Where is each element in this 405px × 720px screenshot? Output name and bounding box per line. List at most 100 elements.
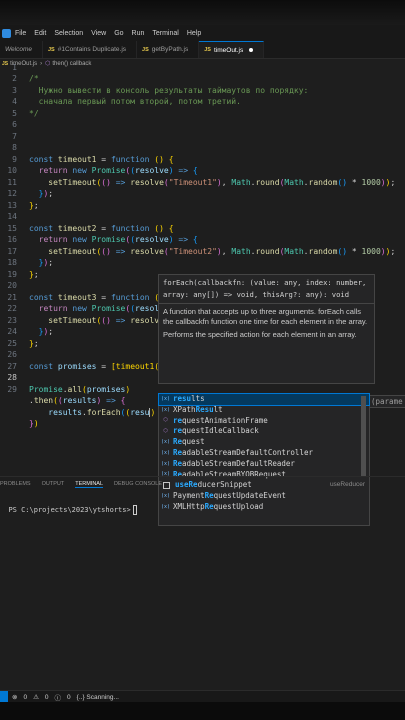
tab-problems[interactable]: PROBLEMS (0, 481, 31, 487)
warning-icon[interactable]: ⚠ (33, 693, 39, 701)
hover-signature: forEach(callbackfn: (value: any, index: … (159, 275, 374, 304)
terminal-prompt: PS C:\projects\2023\ytshorts> (8, 506, 131, 514)
tab-label: timeOut.js (213, 46, 244, 54)
suggestion-item[interactable]: (x) XMLHttp Re questUpload (159, 502, 369, 513)
suggestion-item[interactable]: ⬡ re questIdleCallback (159, 426, 369, 437)
line-number: 21 (7, 292, 17, 302)
suggestion-label-match: resu (173, 394, 192, 403)
line-number: 12 (7, 189, 17, 198)
suggestion-label-suffix: lts (191, 394, 205, 403)
line-number: 19 (7, 269, 17, 279)
line-number: 9 (12, 154, 17, 164)
tab-get-by-path[interactable]: JS getByPath.js (137, 41, 200, 58)
suggestion-label-match: Resu (195, 404, 214, 414)
video-bottom-overlay (0, 702, 405, 720)
tab-terminal[interactable]: TERMINAL (75, 481, 104, 488)
suggestion-label-prefix: XMLHttp (173, 501, 205, 511)
variable-icon: (x) (161, 460, 171, 467)
menu-view[interactable]: View (91, 30, 106, 37)
line-number: 25 (7, 338, 17, 348)
suggestion-scrollbar[interactable] (361, 396, 366, 476)
line-number: 2 (12, 74, 17, 83)
line-number: 10 (7, 166, 17, 175)
variable-icon: (x) (161, 406, 171, 413)
suggestion-label-suffix: quest (182, 437, 205, 447)
variable-icon: (x) (161, 439, 171, 446)
suggestion-item[interactable]: ⬡ re questAnimationFrame (159, 416, 369, 427)
menu-selection[interactable]: Selection (54, 30, 83, 37)
suggestion-label-match: Re (173, 437, 183, 447)
menu-file[interactable]: File (15, 30, 26, 37)
suggestion-label-suffix: questUpload (213, 501, 264, 511)
warning-count[interactable]: 0 (45, 694, 49, 701)
suggestion-label-suffix: questAnimationFrame (182, 415, 268, 425)
tab-timeout[interactable]: JS timeOut.js (199, 41, 265, 58)
tab-label: getByPath.js (151, 46, 189, 53)
error-count[interactable]: 0 (23, 694, 27, 701)
function-icon: ⬡ (163, 428, 168, 435)
info-count[interactable]: 0 (67, 694, 71, 701)
panel-tabs: PROBLEMS OUTPUT TERMINAL DEBUG CONSOLE (0, 476, 405, 491)
variable-icon: (x) (161, 395, 171, 402)
menu-edit[interactable]: Edit (34, 30, 46, 37)
hover-description: A function that accepts up to three argu… (163, 307, 368, 326)
tab-welcome[interactable]: Welcome (0, 41, 43, 58)
suggestion-label-prefix: XPath (173, 404, 196, 414)
unsaved-dot-icon[interactable] (249, 48, 254, 52)
suggestion-widget: (x) resu lts (x) XPath Resu lt ⬡ re questAnimatio… (158, 393, 370, 526)
menu-help[interactable]: Help (187, 30, 201, 37)
suggestion-label-prefix: Payment (173, 491, 205, 501)
line-number: 11 (7, 177, 17, 187)
suggestion-item[interactable]: (x) Re adableStreamDefaultReader (159, 459, 369, 470)
suggestion-label-suffix: questUpdateEvent (213, 491, 286, 501)
info-icon[interactable]: ⓘ (55, 692, 62, 702)
js-file-icon: JS (142, 46, 149, 53)
line-number: 4 (12, 97, 17, 106)
line-number: 7 (12, 131, 17, 141)
suggestion-label-match: Re (204, 501, 214, 511)
tab-welcome-label: Welcome (5, 46, 32, 53)
suggestion-label-match: Re (173, 458, 183, 468)
suggestion-label-match: Re (204, 491, 214, 501)
line-number: 22 (7, 304, 17, 313)
function-icon: ⬡ (163, 417, 168, 424)
line-number: 3 (12, 85, 17, 95)
tab-contains-duplicate[interactable]: JS #1Contains Duplicate.js (43, 41, 138, 58)
line-number: 16 (7, 235, 17, 244)
suggestion-item[interactable]: (x) XPath Resu lt (159, 405, 369, 416)
suggestion-item[interactable]: (x) resu lts (158, 393, 370, 406)
tab-output[interactable]: OUTPUT (42, 481, 65, 487)
suggestion-label-match: re (173, 415, 183, 425)
suggestion-label-match: re (173, 426, 183, 436)
js-file-icon: JS (204, 47, 211, 53)
menu-run[interactable]: Run (132, 30, 145, 37)
tab-label: #1Contains Duplicate.js (57, 46, 127, 53)
editor-tabs: Welcome JS #1Contains Duplicate.js JS ge… (0, 41, 405, 59)
terminal-cursor (132, 505, 137, 515)
suggestion-item[interactable]: (x) Re adableStreamDefaultController (159, 448, 369, 459)
suggestion-label-suffix: lt (213, 404, 223, 414)
line-number: 27 (7, 361, 17, 371)
line-number: 24 (7, 327, 17, 336)
line-number: 20 (7, 281, 17, 290)
parameter-hint: (parame (368, 395, 405, 408)
line-number: 26 (7, 350, 17, 359)
menu-go[interactable]: Go (114, 30, 123, 37)
line-number: 18 (7, 258, 17, 267)
video-top-overlay (0, 0, 405, 25)
line-number: 29 (7, 384, 17, 394)
line-number: 1 (12, 62, 17, 72)
suggestion-label-match: Re (173, 447, 183, 457)
tab-debug-console[interactable]: DEBUG CONSOLE (114, 481, 162, 487)
suggestion-item[interactable]: (x) Payment Re questUpdateEvent (159, 491, 369, 502)
line-number: 13 (7, 200, 17, 210)
variable-icon: (x) (161, 503, 171, 510)
menu-terminal[interactable]: Terminal (152, 30, 178, 37)
line-number: 14 (7, 212, 17, 221)
suggestion-item[interactable]: (x) Re quest (159, 437, 369, 448)
line-number: 5 (12, 108, 17, 118)
variable-icon: (x) (161, 493, 171, 500)
error-icon[interactable]: ⊗ (12, 693, 17, 701)
js-file-icon: JS (47, 46, 55, 53)
terminal[interactable]: PS C:\projects\2023\ytshorts> (0, 497, 137, 515)
